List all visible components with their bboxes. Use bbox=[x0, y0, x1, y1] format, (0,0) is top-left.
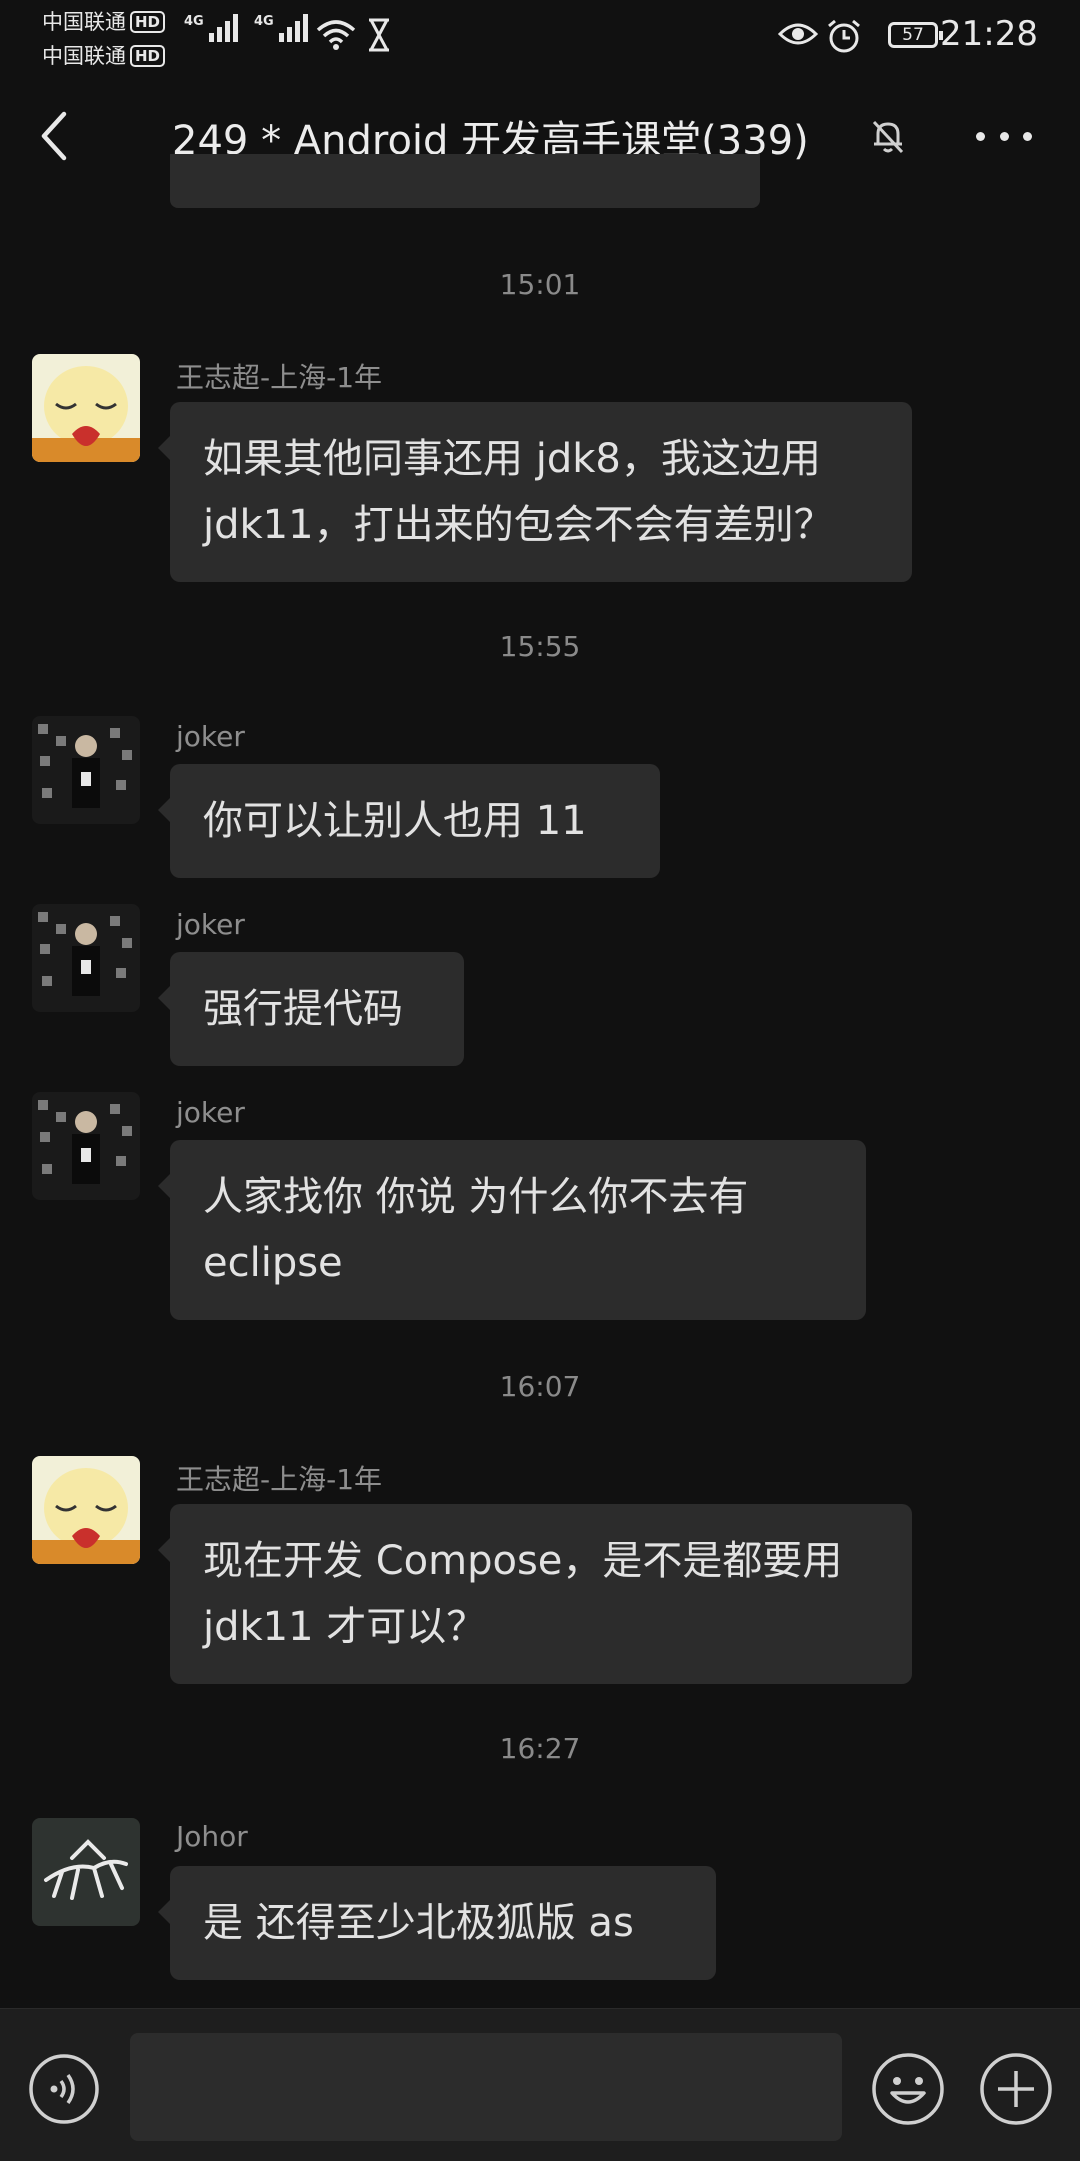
timestamp: 16:27 bbox=[499, 1732, 581, 1765]
signal-icon: 4G bbox=[184, 14, 238, 42]
sender-name: 王志超-上海-1年 bbox=[176, 361, 383, 394]
carrier-2: 中国联通 HD bbox=[42, 40, 166, 70]
message-bubble[interactable]: 是 还得至少北极狐版 as bbox=[158, 1866, 716, 1980]
message-bubble[interactable]: 强行提代码 bbox=[158, 952, 464, 1066]
more-icon[interactable] bbox=[976, 128, 1032, 144]
avatar[interactable] bbox=[32, 1818, 140, 1926]
eye-icon bbox=[778, 23, 818, 45]
avatar[interactable] bbox=[32, 1092, 140, 1200]
hourglass-icon bbox=[369, 18, 389, 52]
message-input[interactable] bbox=[130, 2033, 842, 2141]
sender-name: 王志超-上海-1年 bbox=[176, 1463, 383, 1496]
previous-message-bubble bbox=[170, 154, 760, 208]
carrier-1: 中国联通 HD bbox=[42, 6, 166, 36]
message-bubble[interactable]: 现在开发 Compose，是不是都要用 jdk11 才可以？ bbox=[158, 1504, 912, 1684]
timestamp: 15:01 bbox=[499, 268, 581, 301]
message-bubble[interactable]: 人家找你 你说 为什么你不去有 eclipse bbox=[158, 1140, 866, 1320]
avatar[interactable] bbox=[32, 904, 140, 1012]
chevron-left-icon[interactable] bbox=[36, 110, 76, 162]
timestamp: 15:55 bbox=[499, 630, 581, 663]
avatar[interactable] bbox=[32, 354, 140, 462]
voice-icon[interactable] bbox=[28, 2053, 100, 2125]
timestamp: 16:07 bbox=[499, 1370, 581, 1403]
sender-name: joker bbox=[176, 720, 245, 753]
status-bar: 中国联通 HD 中国联通 HD 4G 4G 57 21:28 bbox=[0, 0, 1080, 72]
sender-name: joker bbox=[176, 1096, 245, 1129]
input-bar bbox=[0, 2008, 1080, 2161]
alarm-icon bbox=[828, 19, 860, 53]
message-bubble[interactable]: 你可以让别人也用 11 bbox=[158, 764, 660, 878]
signal-icon: 4G bbox=[254, 14, 308, 42]
message-bubble[interactable]: 如果其他同事还用 jdk8，我这边用 jdk11，打出来的包会不会有差别？ bbox=[158, 402, 912, 582]
clock: 21:28 bbox=[940, 14, 1038, 54]
plus-icon[interactable] bbox=[978, 2051, 1054, 2127]
avatar[interactable] bbox=[32, 1456, 140, 1564]
battery-icon: 57 bbox=[888, 22, 943, 48]
avatar[interactable] bbox=[32, 716, 140, 824]
emoji-icon[interactable] bbox=[870, 2051, 946, 2127]
sender-name: Johor bbox=[176, 1820, 248, 1853]
sender-name: joker bbox=[176, 908, 245, 941]
wifi-icon bbox=[316, 20, 356, 50]
bell-off-icon bbox=[872, 120, 904, 154]
